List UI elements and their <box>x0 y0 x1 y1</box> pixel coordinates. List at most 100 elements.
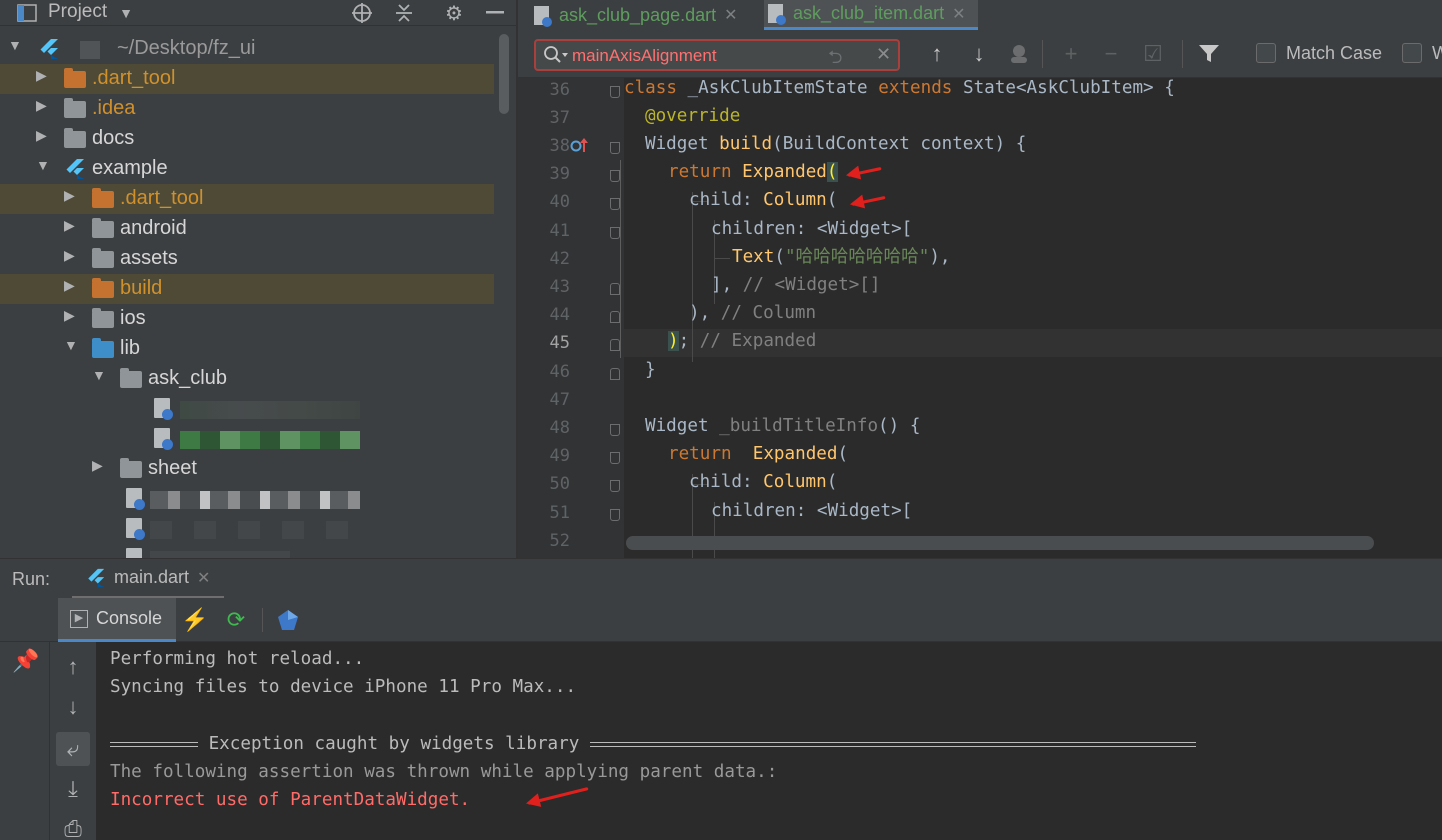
editor-horizontal-scrollbar[interactable] <box>626 536 1374 550</box>
search-icon[interactable] <box>542 44 568 71</box>
fold-marker-icon[interactable] <box>610 480 620 492</box>
dart-file-icon <box>126 518 145 540</box>
code-line-44: ), // Column <box>689 303 817 323</box>
tab-main-dart[interactable]: main.dart ✕ <box>72 559 224 599</box>
expanded-arrow-icon[interactable]: ▼ <box>64 337 78 353</box>
match-case-label[interactable]: Match Case <box>1286 43 1382 64</box>
collapsed-arrow-icon[interactable]: ▶ <box>36 97 47 114</box>
tree-item-file[interactable] <box>0 514 494 544</box>
tree-item-sheet[interactable]: ▶ sheet <box>0 454 494 484</box>
arrow-down-icon[interactable]: ↓ <box>56 690 90 724</box>
words-label[interactable]: W <box>1432 43 1442 64</box>
filter-icon[interactable] <box>1192 30 1226 78</box>
fold-marker-icon[interactable] <box>610 452 620 464</box>
replace-icon[interactable]: ⮌ <box>828 45 842 75</box>
flutter-icon <box>40 39 58 59</box>
collapsed-arrow-icon[interactable]: ▶ <box>64 187 75 204</box>
find-all-icon[interactable] <box>1006 30 1032 78</box>
tree-item-file[interactable] <box>0 424 494 454</box>
fold-marker-icon[interactable] <box>610 311 620 323</box>
tree-item-example[interactable]: ▼ example <box>0 154 494 184</box>
collapse-icon[interactable] <box>392 0 416 26</box>
tree-item-android[interactable]: ▶ android <box>0 214 494 244</box>
select-all-occurrences-icon[interactable]: ☑ <box>1138 30 1168 78</box>
tree-item-file[interactable] <box>0 544 494 558</box>
soft-wrap-icon[interactable]: ⤶ <box>56 732 90 766</box>
code-editor[interactable]: class _AskClubItemState extends State<As… <box>624 78 1442 558</box>
tab-ask-club-item[interactable]: ask_club_item.dart ✕ <box>764 0 978 30</box>
minimize-icon[interactable] <box>484 0 506 26</box>
collapsed-arrow-icon[interactable]: ▶ <box>64 247 75 264</box>
gear-icon[interactable]: ⚙ <box>442 0 466 26</box>
arrow-up-icon[interactable]: ↑ <box>924 30 950 78</box>
tree-item-example-dart-tool[interactable]: ▶ .dart_tool <box>0 184 494 214</box>
tab-ask-club-page[interactable]: ask_club_page.dart ✕ <box>534 0 762 30</box>
expanded-arrow-icon[interactable]: ▼ <box>8 37 22 53</box>
clear-search-icon[interactable]: ✕ <box>876 44 891 65</box>
refresh-icon[interactable]: ⟳ <box>224 598 248 642</box>
tree-item-docs[interactable]: ▶ docs <box>0 124 494 154</box>
tree-item-ios[interactable]: ▶ ios <box>0 304 494 334</box>
dart-file-icon <box>154 428 173 450</box>
tree-item-ask-club[interactable]: ▼ ask_club <box>0 364 494 394</box>
tree-item-label: example <box>92 157 168 179</box>
fold-marker-icon[interactable] <box>610 339 620 351</box>
collapsed-arrow-icon[interactable]: ▶ <box>92 457 103 474</box>
fold-marker-icon[interactable] <box>610 424 620 436</box>
tree-item-build[interactable]: ▶ build <box>0 274 494 304</box>
console-line: The following assertion was thrown while… <box>110 762 778 782</box>
tab-console[interactable]: ▶ Console <box>58 598 176 642</box>
tree-item-lib[interactable]: ▼ lib <box>0 334 494 364</box>
scroll-to-end-icon[interactable]: ⤓ <box>56 772 90 806</box>
search-input[interactable] <box>572 45 822 67</box>
tree-item-label: sheet <box>148 457 197 479</box>
collapsed-arrow-icon[interactable]: ▶ <box>64 307 75 324</box>
close-icon[interactable]: ✕ <box>724 5 737 25</box>
tree-item-file[interactable] <box>0 394 494 424</box>
collapsed-arrow-icon[interactable]: ▶ <box>36 67 47 84</box>
arrow-down-icon[interactable]: ↓ <box>966 30 992 78</box>
fold-marker-icon[interactable] <box>610 142 620 154</box>
fold-marker-icon[interactable] <box>610 86 620 98</box>
expanded-arrow-icon[interactable]: ▼ <box>36 157 50 173</box>
tree-item-assets[interactable]: ▶ assets <box>0 244 494 274</box>
fold-marker-icon[interactable] <box>610 283 620 295</box>
override-marker-icon[interactable] <box>570 136 590 161</box>
arrow-up-icon[interactable]: ↑ <box>56 650 90 684</box>
project-view-icon[interactable] <box>14 0 40 26</box>
collapsed-arrow-icon[interactable]: ▶ <box>36 127 47 144</box>
folder-icon <box>92 248 114 268</box>
tree-item-file[interactable] <box>0 484 494 514</box>
expanded-arrow-icon[interactable]: ▼ <box>92 367 106 383</box>
pin-icon[interactable]: 📌 <box>12 648 39 674</box>
code-line-43: ], // <Widget>[] <box>711 275 881 295</box>
tree-item-dart-tool[interactable]: ▶ .dart_tool <box>0 64 494 94</box>
fold-marker-icon[interactable] <box>610 170 620 182</box>
print-icon[interactable]: ⎙ <box>56 812 90 840</box>
fold-marker-icon[interactable] <box>610 227 620 239</box>
dart-devtools-icon[interactable] <box>276 598 300 642</box>
close-icon[interactable]: ✕ <box>197 568 210 588</box>
words-checkbox[interactable] <box>1402 43 1422 63</box>
fold-marker-icon[interactable] <box>610 368 620 380</box>
fold-marker-icon[interactable] <box>610 509 620 521</box>
match-case-checkbox[interactable] <box>1256 43 1276 63</box>
chevron-down-icon[interactable]: ▼ <box>116 0 136 26</box>
console-output[interactable]: Performing hot reload... Syncing files t… <box>96 642 1442 840</box>
line-number: 46 <box>549 362 570 382</box>
fold-marker-icon[interactable] <box>610 198 620 210</box>
lightning-icon[interactable]: ⚡ <box>181 598 208 642</box>
collapsed-arrow-icon[interactable]: ▶ <box>64 217 75 234</box>
tree-scrollbar[interactable] <box>499 34 509 114</box>
locate-icon[interactable] <box>350 0 374 26</box>
tree-item-label: build <box>120 277 163 299</box>
project-title[interactable]: Project <box>48 1 107 23</box>
remove-occurrence-icon[interactable]: − <box>1096 30 1126 78</box>
line-number: 42 <box>549 249 570 269</box>
code-line-49: return Expanded( <box>668 444 849 464</box>
close-icon[interactable]: ✕ <box>952 4 965 24</box>
tree-root[interactable]: ▼ ~/Desktop/fz_ui <box>0 34 494 64</box>
add-occurrence-icon[interactable]: + <box>1056 30 1086 78</box>
collapsed-arrow-icon[interactable]: ▶ <box>64 277 75 294</box>
tree-item-idea[interactable]: ▶ .idea <box>0 94 494 124</box>
